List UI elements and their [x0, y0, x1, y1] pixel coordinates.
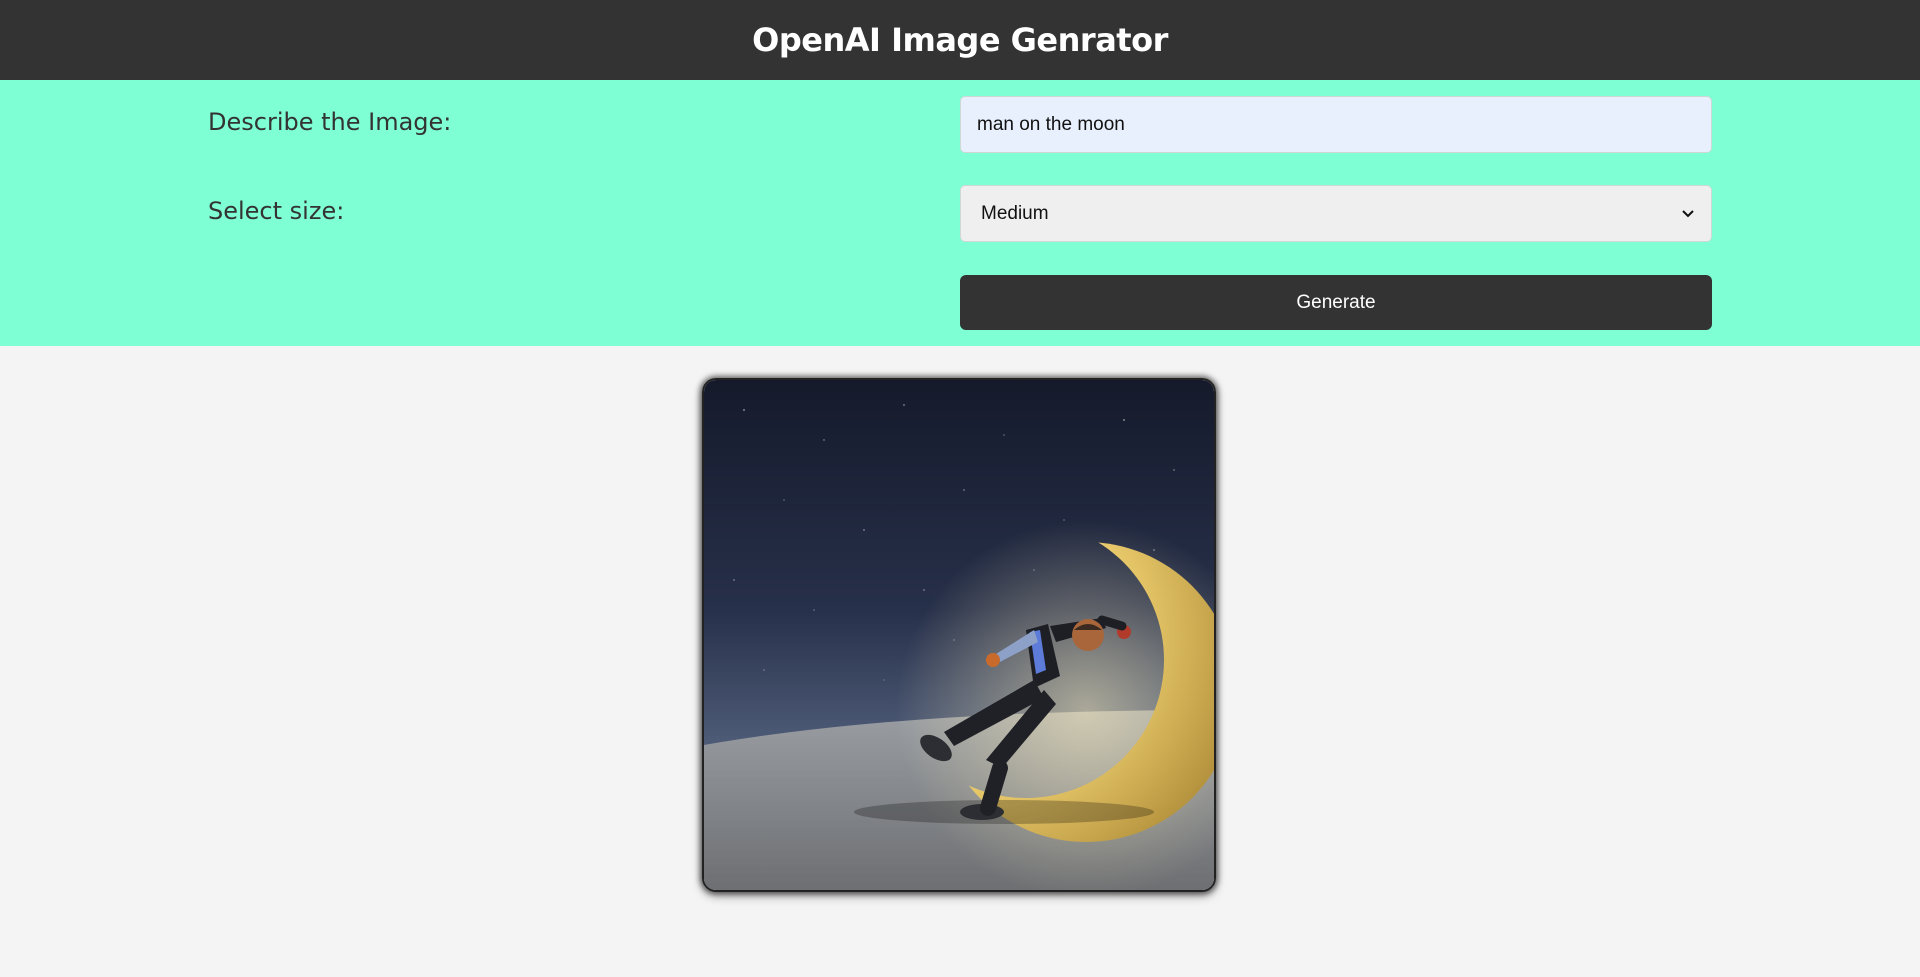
- size-select[interactable]: Medium: [960, 185, 1712, 242]
- size-select-value: Medium: [981, 202, 1049, 224]
- chevron-down-icon: [1681, 207, 1695, 221]
- describe-input[interactable]: [960, 96, 1712, 153]
- generated-image: [702, 378, 1216, 892]
- size-label: Select size:: [208, 197, 345, 225]
- app-title: OpenAI Image Genrator: [752, 21, 1168, 59]
- app-header: OpenAI Image Genrator: [0, 0, 1920, 80]
- generated-image-art: [704, 380, 1214, 890]
- generate-button[interactable]: Generate: [960, 275, 1712, 330]
- describe-label: Describe the Image:: [208, 108, 452, 136]
